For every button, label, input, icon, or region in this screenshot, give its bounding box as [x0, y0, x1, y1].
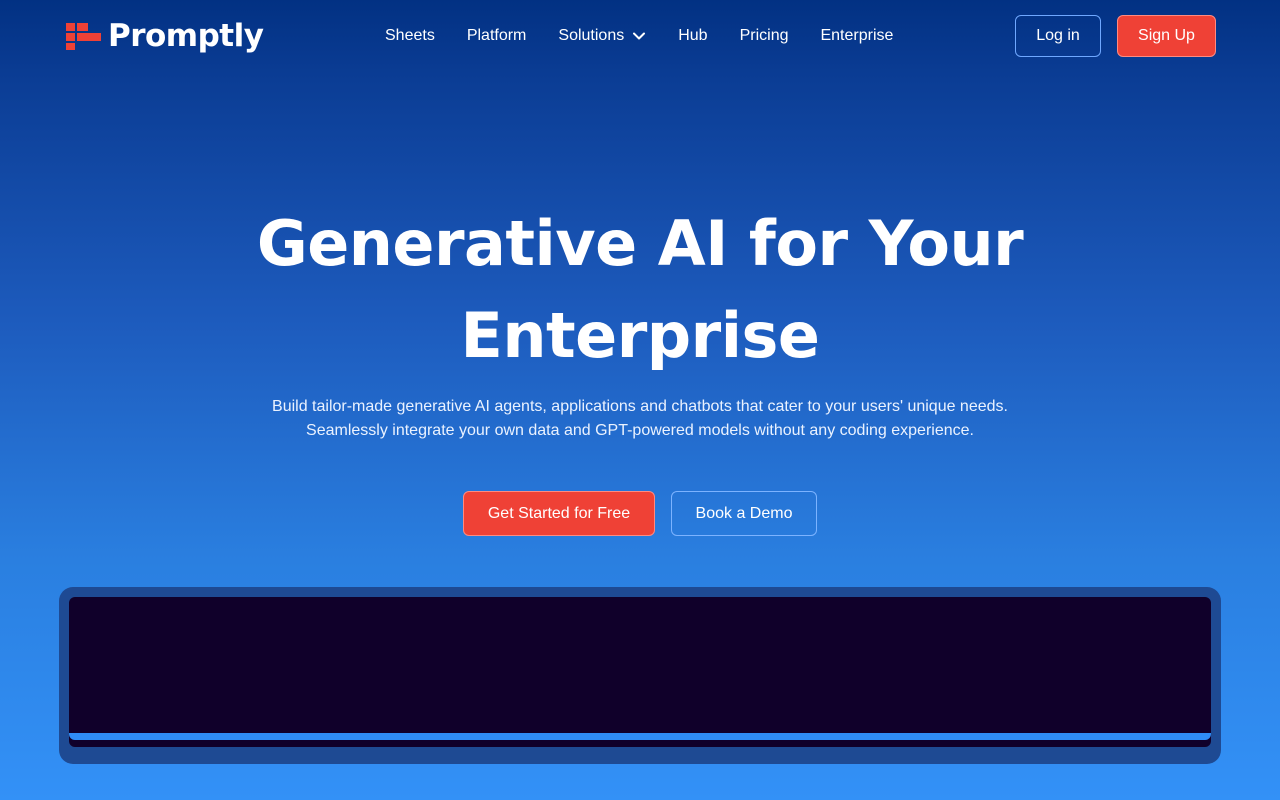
product-video-screen[interactable] — [69, 597, 1211, 747]
top-navbar: Promptly Sheets Platform Solutions Hub P… — [0, 0, 1280, 72]
login-button[interactable]: Log in — [1015, 15, 1101, 57]
nav-item-solutions[interactable]: Solutions — [558, 27, 646, 45]
book-demo-button[interactable]: Book a Demo — [671, 491, 817, 536]
main-nav: Sheets Platform Solutions Hub Pricing En… — [385, 24, 925, 48]
nav-item-solutions-label: Solutions — [558, 27, 625, 44]
nav-item-enterprise[interactable]: Enterprise — [820, 27, 893, 45]
signup-button[interactable]: Sign Up — [1117, 15, 1216, 57]
video-progress-bar[interactable] — [69, 733, 1211, 740]
nav-item-pricing[interactable]: Pricing — [740, 27, 789, 45]
brand-logo[interactable]: Promptly — [66, 16, 264, 56]
promptly-logo-icon — [66, 21, 102, 51]
brand-name: Promptly — [108, 18, 264, 54]
chevron-down-icon — [632, 29, 646, 43]
nav-item-platform[interactable]: Platform — [467, 27, 527, 45]
hero-subtitle-line-2: Seamlessly integrate your own data and G… — [306, 422, 974, 439]
hero-subtitle-line-1: Build tailor-made generative AI agents, … — [272, 398, 1008, 415]
hero-title: Generative AI for Your Enterprise — [256, 207, 1024, 372]
get-started-button[interactable]: Get Started for Free — [463, 491, 655, 536]
nav-item-hub[interactable]: Hub — [678, 27, 707, 45]
nav-item-sheets[interactable]: Sheets — [385, 27, 435, 45]
product-video-frame — [59, 587, 1221, 764]
hero-subtitle: Build tailor-made generative AI agents, … — [240, 395, 1040, 443]
